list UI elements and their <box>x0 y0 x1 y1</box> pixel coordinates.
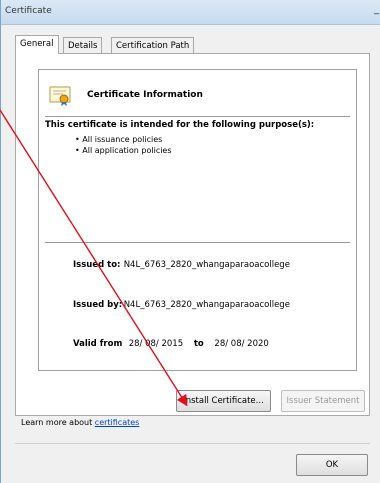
certificate-dialog: Certificate _ General Details Certificat… <box>0 0 380 483</box>
issued-to-row: Issued to: N4L_6763_2820_whangaparaoacol… <box>73 260 290 270</box>
tab-certification-path[interactable]: Certification Path <box>111 37 195 53</box>
valid-to-value: 28/ 08/ 2020 <box>214 339 269 349</box>
issuer-statement-button[interactable]: Issuer Statement <box>281 390 365 412</box>
policy-item: • All issuance policies <box>75 135 163 144</box>
issued-by-label: Issued by: <box>73 300 123 310</box>
divider <box>45 116 350 117</box>
certificate-info-title: Certificate Information <box>87 90 203 100</box>
install-certificate-button[interactable]: Install Certificate... <box>176 390 271 412</box>
issued-by-value: N4L_6763_2820_whangaparaoacollege <box>123 300 290 310</box>
policy-item: • All application policies <box>75 146 172 155</box>
tab-general[interactable]: General <box>15 35 59 54</box>
general-panel: Certificate Information This certificate… <box>15 53 370 416</box>
window-title: Certificate <box>5 6 52 16</box>
certificate-info-box: Certificate Information This certificate… <box>38 69 357 371</box>
ok-button[interactable]: OK <box>296 454 368 476</box>
valid-from-value: 28/ 08/ 2015 <box>128 339 184 349</box>
title-bar: Certificate _ <box>1 0 380 25</box>
valid-from-label: Valid from <box>73 339 123 349</box>
tab-details[interactable]: Details <box>63 37 103 53</box>
purpose-heading: This certificate is intended for the fol… <box>45 120 315 130</box>
learn-more-prefix: Learn more about <box>21 418 95 427</box>
divider <box>15 443 370 444</box>
issued-to-label: Issued to: <box>73 260 121 270</box>
valid-from-row: Valid from 28/ 08/ 2015 to 28/ 08/ 2020 <box>73 339 269 349</box>
certificates-link[interactable]: certificates <box>95 418 140 427</box>
valid-to-label: to <box>193 339 204 349</box>
policy-list: • All issuance policies • All applicatio… <box>75 134 172 156</box>
certificate-icon <box>49 86 71 106</box>
learn-more-text: Learn more about certificates <box>21 418 139 427</box>
divider <box>45 242 350 243</box>
close-icon[interactable]: _ <box>374 4 379 15</box>
issued-by-row: Issued by: N4L_6763_2820_whangaparaoacol… <box>73 300 290 310</box>
issued-to-value: N4L_6763_2820_whangaparaoacollege <box>123 260 290 270</box>
